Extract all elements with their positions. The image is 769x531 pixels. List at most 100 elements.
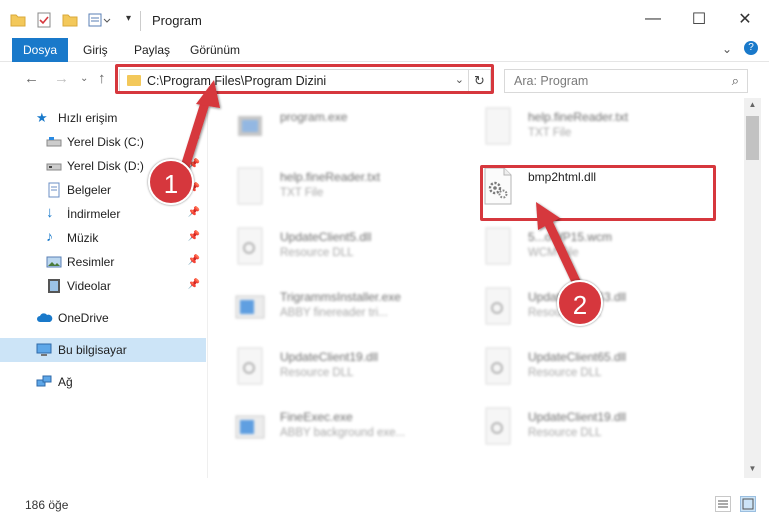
sidebar-item-label: Ağ xyxy=(58,375,73,389)
scroll-down-icon[interactable]: ▼ xyxy=(744,464,761,473)
sidebar-item-this-pc[interactable]: Bu bilgisayar xyxy=(0,338,206,362)
generic-file-icon xyxy=(482,226,514,266)
video-icon xyxy=(46,278,62,294)
dll-file-icon xyxy=(482,346,514,386)
sidebar-item-music[interactable]: ♪ Müzik 📌 xyxy=(0,226,206,250)
sidebar-item-videos[interactable]: Videolar 📌 xyxy=(0,274,206,298)
title-bar: ▾ Program — ☐ ✕ xyxy=(0,0,769,38)
sidebar-item-pictures[interactable]: Resimler 📌 xyxy=(0,250,206,274)
sidebar-item-label: İndirmeler xyxy=(67,207,121,221)
minimize-icon[interactable]: — xyxy=(630,0,676,38)
file-name: help.fineReader.txt xyxy=(528,110,629,124)
file-name: help.fineReader.txt xyxy=(280,170,381,184)
music-icon: ♪ xyxy=(46,228,53,244)
sidebar-item-label: Videolar xyxy=(67,279,111,293)
dll-file-icon xyxy=(482,166,514,206)
file-item[interactable]: program.exe xyxy=(234,102,474,152)
pin-icon[interactable]: 📌 xyxy=(188,207,200,218)
address-bar[interactable]: C:\Program Files\Program Dizini ⌄ ↻ xyxy=(119,69,491,93)
cloud-icon xyxy=(36,310,53,326)
exe-icon xyxy=(234,406,266,446)
step-2-badge: 2 xyxy=(557,280,603,326)
chevron-down-icon[interactable]: ⌄ xyxy=(455,73,464,86)
refresh-icon[interactable]: ↻ xyxy=(468,70,490,92)
sidebar-item-label: Müzik xyxy=(67,231,99,245)
search-input[interactable]: Ara: Program ⌕ xyxy=(504,69,748,93)
status-bar: 186 öğe xyxy=(0,490,769,520)
download-icon: ↓ xyxy=(46,204,54,221)
navigation-pane: ★ Hızlı erişim Yerel Disk (C:) 📌 Yerel D… xyxy=(0,98,208,478)
sidebar-item-network[interactable]: Ağ xyxy=(0,370,206,394)
recent-locations-icon[interactable]: ⌄ xyxy=(80,73,88,84)
file-item[interactable]: FineExec.exe ABBY background exe... xyxy=(234,402,474,452)
pictures-icon xyxy=(46,254,62,270)
documents-icon xyxy=(46,182,62,198)
tab-view[interactable]: Görünüm xyxy=(190,38,240,62)
pin-icon[interactable]: 📌 xyxy=(188,135,200,146)
large-icons-view-icon[interactable] xyxy=(740,496,756,512)
pin-icon[interactable]: 📌 xyxy=(188,231,200,242)
up-icon[interactable]: ↑ xyxy=(98,70,106,87)
dll-file-icon xyxy=(234,346,266,386)
file-name: 5...oWP15.wcm xyxy=(528,230,613,244)
folder-icon xyxy=(127,75,141,86)
file-type: Resource DLL xyxy=(528,367,602,379)
scroll-up-icon[interactable]: ▲ xyxy=(744,100,761,109)
sidebar-item-downloads[interactable]: ↓ İndirmeler 📌 xyxy=(0,202,206,226)
file-item[interactable]: 5...oWP15.wcm WCM File xyxy=(482,222,722,272)
scroll-thumb[interactable] xyxy=(746,116,759,160)
file-name: program.exe xyxy=(280,110,348,124)
maximize-icon[interactable]: ☐ xyxy=(676,0,722,38)
network-icon xyxy=(36,374,52,390)
address-path[interactable]: C:\Program Files\Program Dizini xyxy=(147,74,326,88)
search-placeholder: Ara: Program xyxy=(514,74,589,88)
file-item[interactable]: UpdateClient19.dll Resource DLL xyxy=(234,342,474,392)
properties-icon[interactable] xyxy=(36,12,52,28)
file-name: UpdateClient5.dll xyxy=(280,230,372,244)
details-view-icon[interactable] xyxy=(715,496,731,512)
file-item[interactable]: UpdateClient19.dll Resource DLL xyxy=(482,402,722,452)
star-icon: ★ xyxy=(36,110,48,125)
sidebar-item-label: OneDrive xyxy=(58,311,109,325)
file-type: ABBY finereader tri... xyxy=(280,307,388,319)
file-type: TXT File xyxy=(280,187,324,199)
file-item-bmp2html[interactable]: bmp2html.dll xyxy=(482,162,722,212)
file-item[interactable]: help.fineReader.txt TXT File xyxy=(234,162,474,212)
close-icon[interactable]: ✕ xyxy=(722,0,768,38)
sidebar-item-label: Hızlı erişim xyxy=(58,111,118,125)
item-count: 186 öğe xyxy=(25,498,69,512)
dll-file-icon xyxy=(482,286,514,326)
file-item[interactable]: help.fineReader.txt TXT File xyxy=(482,102,722,152)
file-item[interactable]: UpdateClient5.dll Resource DLL xyxy=(234,222,474,272)
sidebar-item-onedrive[interactable]: OneDrive xyxy=(0,306,206,330)
sidebar-item-quick-access[interactable]: ★ Hızlı erişim xyxy=(0,106,206,130)
view-options-icon[interactable] xyxy=(88,12,111,28)
help-icon[interactable]: ? xyxy=(744,41,758,55)
sidebar-item-label: Belgeler xyxy=(67,183,112,197)
file-item[interactable]: TrigrammsInstaller.exe ABBY finereader t… xyxy=(234,282,474,332)
file-name: FineExec.exe xyxy=(280,410,353,424)
sidebar-item-local-disk-c[interactable]: Yerel Disk (C:) 📌 xyxy=(0,130,206,154)
tab-share[interactable]: Paylaş xyxy=(134,38,170,62)
pin-icon[interactable]: 📌 xyxy=(188,255,200,266)
file-type: TXT File xyxy=(528,127,572,139)
sidebar-item-label: Yerel Disk (C:) xyxy=(67,135,144,149)
back-icon[interactable]: ← xyxy=(24,70,39,87)
file-type: Resource DLL xyxy=(280,367,354,379)
file-type: Resource DLL xyxy=(528,427,602,439)
dll-file-icon xyxy=(482,406,514,446)
file-item[interactable]: UpdateClient65.dll Resource DLL xyxy=(482,342,722,392)
expand-ribbon-icon[interactable]: ⌄ xyxy=(722,42,732,56)
drive-icon xyxy=(46,134,62,150)
new-folder-icon[interactable] xyxy=(62,12,78,28)
forward-icon[interactable]: → xyxy=(54,70,69,87)
text-file-icon xyxy=(482,106,514,146)
pin-icon[interactable]: 📌 xyxy=(188,279,200,290)
tab-home[interactable]: Giriş xyxy=(83,38,108,62)
step-1-badge: 1 xyxy=(148,159,194,205)
text-file-icon xyxy=(234,166,266,206)
file-name: UpdateClient19.dll xyxy=(528,410,627,424)
sidebar-item-label: Bu bilgisayar xyxy=(58,343,127,357)
vertical-scrollbar[interactable]: ▲ ▼ xyxy=(744,98,761,478)
search-icon[interactable]: ⌕ xyxy=(732,73,739,89)
